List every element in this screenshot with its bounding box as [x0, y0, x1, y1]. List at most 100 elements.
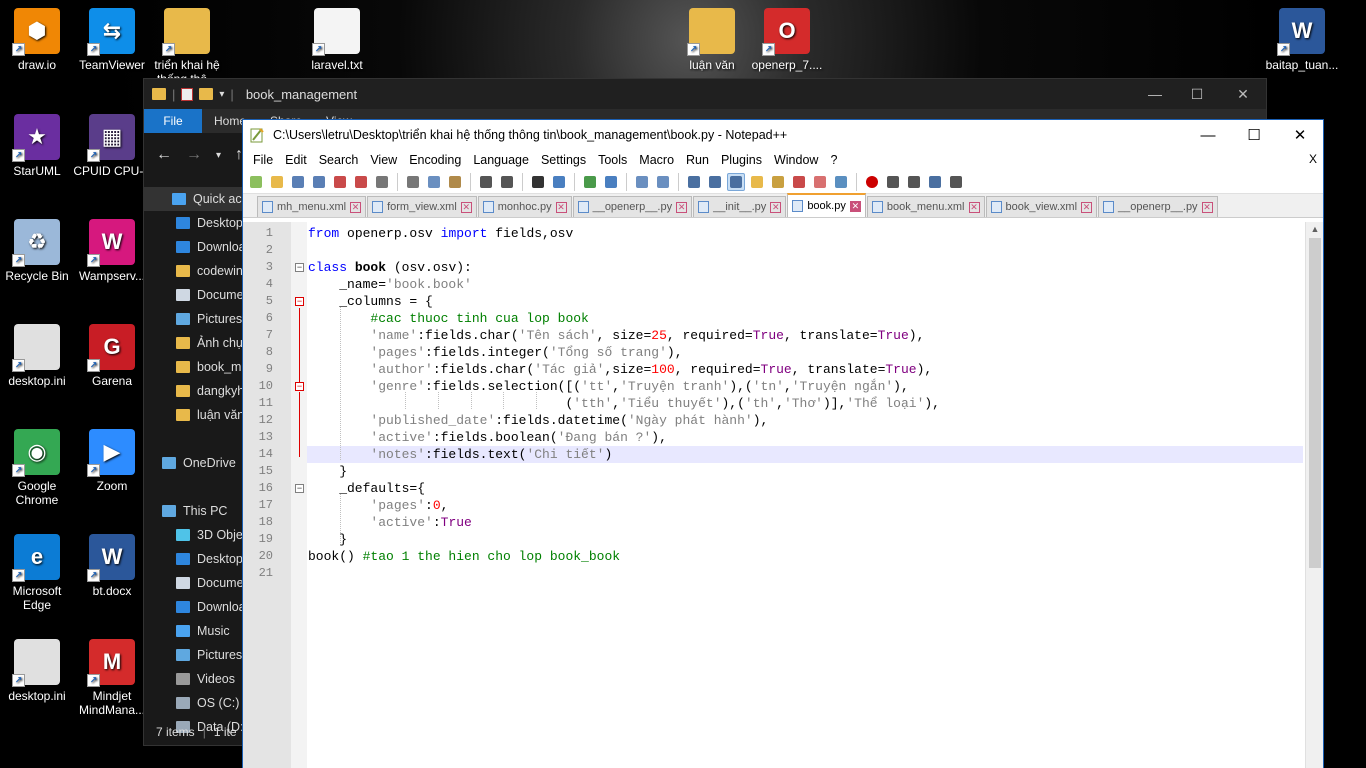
close-document-button[interactable]: X — [1309, 152, 1317, 166]
close-button[interactable]: ✕ — [1277, 120, 1323, 150]
menu-item[interactable]: Macro — [633, 153, 680, 167]
word-wrap-icon[interactable] — [685, 173, 703, 191]
desktop-icon-garena-icon[interactable]: G ↗ Garena — [72, 324, 152, 388]
save-icon[interactable] — [289, 173, 307, 191]
close-tab-icon[interactable]: ✕ — [849, 200, 861, 212]
close-tab-icon[interactable]: ✕ — [770, 201, 782, 213]
desktop-icon-word-document-icon[interactable]: W ↗ baitap_tuan... — [1262, 8, 1342, 72]
menu-item[interactable]: View — [364, 153, 403, 167]
sidebar-item[interactable]: Quick acce — [144, 187, 244, 211]
save-macro-icon[interactable] — [947, 173, 965, 191]
menu-item[interactable]: ? — [824, 153, 843, 167]
sidebar-item[interactable]: Pictures — [144, 643, 244, 667]
stop-macro-icon[interactable] — [884, 173, 902, 191]
desktop-icon-text-file-icon[interactable]: ↗ laravel.txt — [297, 8, 377, 72]
sidebar-item[interactable]: Desktop — [144, 211, 244, 235]
tab-document[interactable]: mh_menu.xml ✕ — [257, 196, 367, 217]
menu-item[interactable]: Encoding — [403, 153, 467, 167]
sidebar-item[interactable]: 3D Objec — [144, 523, 244, 547]
fold-marker[interactable]: − — [295, 297, 304, 306]
desktop-icon-drawio-icon[interactable]: ⬢ ↗ draw.io — [0, 8, 77, 72]
quick-access-dropdown-icon[interactable]: ▾ — [219, 89, 224, 100]
back-arrow-icon[interactable]: ← — [156, 146, 172, 164]
paste-icon[interactable] — [446, 173, 464, 191]
sidebar-item[interactable]: Pictures — [144, 307, 244, 331]
desktop-icon-staruml-icon[interactable]: ★ ↗ StarUML — [0, 114, 77, 178]
minimize-button[interactable]: — — [1185, 120, 1231, 150]
sidebar-item[interactable]: This PC — [144, 499, 244, 523]
close-tab-icon[interactable]: ✕ — [1081, 201, 1093, 213]
fold-marker[interactable]: − — [295, 263, 304, 272]
print-icon[interactable] — [373, 173, 391, 191]
scroll-up-icon[interactable]: ▲ — [1306, 224, 1324, 234]
run-macro-multiple-icon[interactable] — [926, 173, 944, 191]
sidebar-item[interactable]: OS (C:) — [144, 691, 244, 715]
forward-arrow-icon[interactable]: → — [186, 146, 202, 164]
notepad-plus-plus-window[interactable]: C:\Users\letru\Desktop\triển khai hệ thố… — [242, 119, 1324, 768]
menu-item[interactable]: Settings — [535, 153, 592, 167]
fold-marker[interactable]: − — [295, 484, 304, 493]
redo-icon[interactable] — [498, 173, 516, 191]
copy-icon[interactable] — [425, 173, 443, 191]
menu-item[interactable]: Tools — [592, 153, 633, 167]
close-tab-icon[interactable]: ✕ — [676, 201, 688, 213]
new-folder-icon[interactable] — [199, 88, 214, 100]
maximize-button[interactable]: ☐ — [1174, 79, 1220, 109]
close-icon[interactable] — [331, 173, 349, 191]
open-file-icon[interactable] — [268, 173, 286, 191]
desktop-icon-recycle-bin-icon[interactable]: ♻ ↗ Recycle Bin — [0, 219, 77, 283]
folder-as-workspace-icon[interactable] — [811, 173, 829, 191]
npp-title-bar[interactable]: C:\Users\letru\Desktop\triển khai hệ thố… — [243, 120, 1323, 150]
sidebar-item[interactable]: Videos — [144, 667, 244, 691]
sidebar-item[interactable]: luận văn — [144, 403, 244, 427]
desktop-icon-chrome-icon[interactable]: ◉ ↗ Google Chrome — [0, 429, 77, 507]
zoom-out-icon[interactable] — [602, 173, 620, 191]
tab-document[interactable]: book_view.xml ✕ — [985, 196, 1098, 217]
fold-marker[interactable]: − — [295, 382, 304, 391]
menu-item[interactable]: File — [247, 153, 279, 167]
desktop-icon-ini-file-icon[interactable]: ↗ desktop.ini — [0, 324, 77, 388]
sidebar-item[interactable]: Docume — [144, 283, 244, 307]
new-file-icon[interactable] — [247, 173, 265, 191]
close-tab-icon[interactable]: ✕ — [350, 201, 362, 213]
sidebar-item[interactable]: Ảnh chụ — [144, 331, 244, 355]
sidebar-item[interactable]: Desktop — [144, 547, 244, 571]
menu-item[interactable]: Search — [313, 153, 365, 167]
sidebar-item[interactable]: Downloa — [144, 235, 244, 259]
tab-document[interactable]: __openerp__.py ✕ — [572, 196, 693, 217]
close-tab-icon[interactable]: ✕ — [968, 201, 980, 213]
ribbon-tab-file[interactable]: File — [144, 109, 202, 133]
play-macro-icon[interactable] — [905, 173, 923, 191]
replace-icon[interactable] — [550, 173, 568, 191]
menu-item[interactable]: Plugins — [715, 153, 768, 167]
function-list-icon[interactable] — [790, 173, 808, 191]
menu-item[interactable]: Edit — [279, 153, 313, 167]
close-tab-icon[interactable]: ✕ — [555, 201, 567, 213]
sidebar-item[interactable]: OneDrive — [144, 451, 244, 475]
menu-item[interactable]: Window — [768, 153, 824, 167]
cut-icon[interactable] — [404, 173, 422, 191]
vertical-scrollbar[interactable]: ▲ — [1305, 222, 1323, 768]
desktop-icon-folder-shortcut-icon[interactable]: ↗triển khai hệ thống thô... — [147, 8, 227, 86]
undo-icon[interactable] — [477, 173, 495, 191]
close-tab-icon[interactable]: ✕ — [460, 201, 472, 213]
sidebar-item[interactable]: Music — [144, 619, 244, 643]
tab-document[interactable]: form_view.xml ✕ — [367, 196, 477, 217]
desktop-icon-mindjet-icon[interactable]: M ↗ Mindjet MindMana... — [72, 639, 152, 717]
maximize-button[interactable]: ☐ — [1231, 120, 1277, 150]
record-macro-icon[interactable] — [863, 173, 881, 191]
save-all-icon[interactable] — [310, 173, 328, 191]
close-tab-icon[interactable]: ✕ — [1201, 201, 1213, 213]
scrollbar-thumb[interactable] — [1309, 238, 1321, 568]
code-editor[interactable]: 1 2 3 4 5 6 7 8 9 10 11 12 13 14 15 16 17 18 19 20 21 − − − … — [243, 222, 1323, 768]
tab-document[interactable]: __init__.py ✕ — [693, 196, 787, 217]
sidebar-item[interactable]: book_m — [144, 355, 244, 379]
show-all-characters-icon[interactable] — [706, 173, 724, 191]
tab-document[interactable]: book_menu.xml ✕ — [866, 196, 985, 217]
desktop-icon-zoom-icon[interactable]: ▶ ↗ Zoom — [72, 429, 152, 493]
sidebar-item[interactable]: dangkyh — [144, 379, 244, 403]
desktop-icon-edge-icon[interactable]: e ↗ Microsoft Edge — [0, 534, 77, 612]
minimize-button[interactable]: — — [1132, 79, 1178, 109]
menu-item[interactable]: Run — [680, 153, 715, 167]
sync-horizontal-icon[interactable] — [654, 173, 672, 191]
